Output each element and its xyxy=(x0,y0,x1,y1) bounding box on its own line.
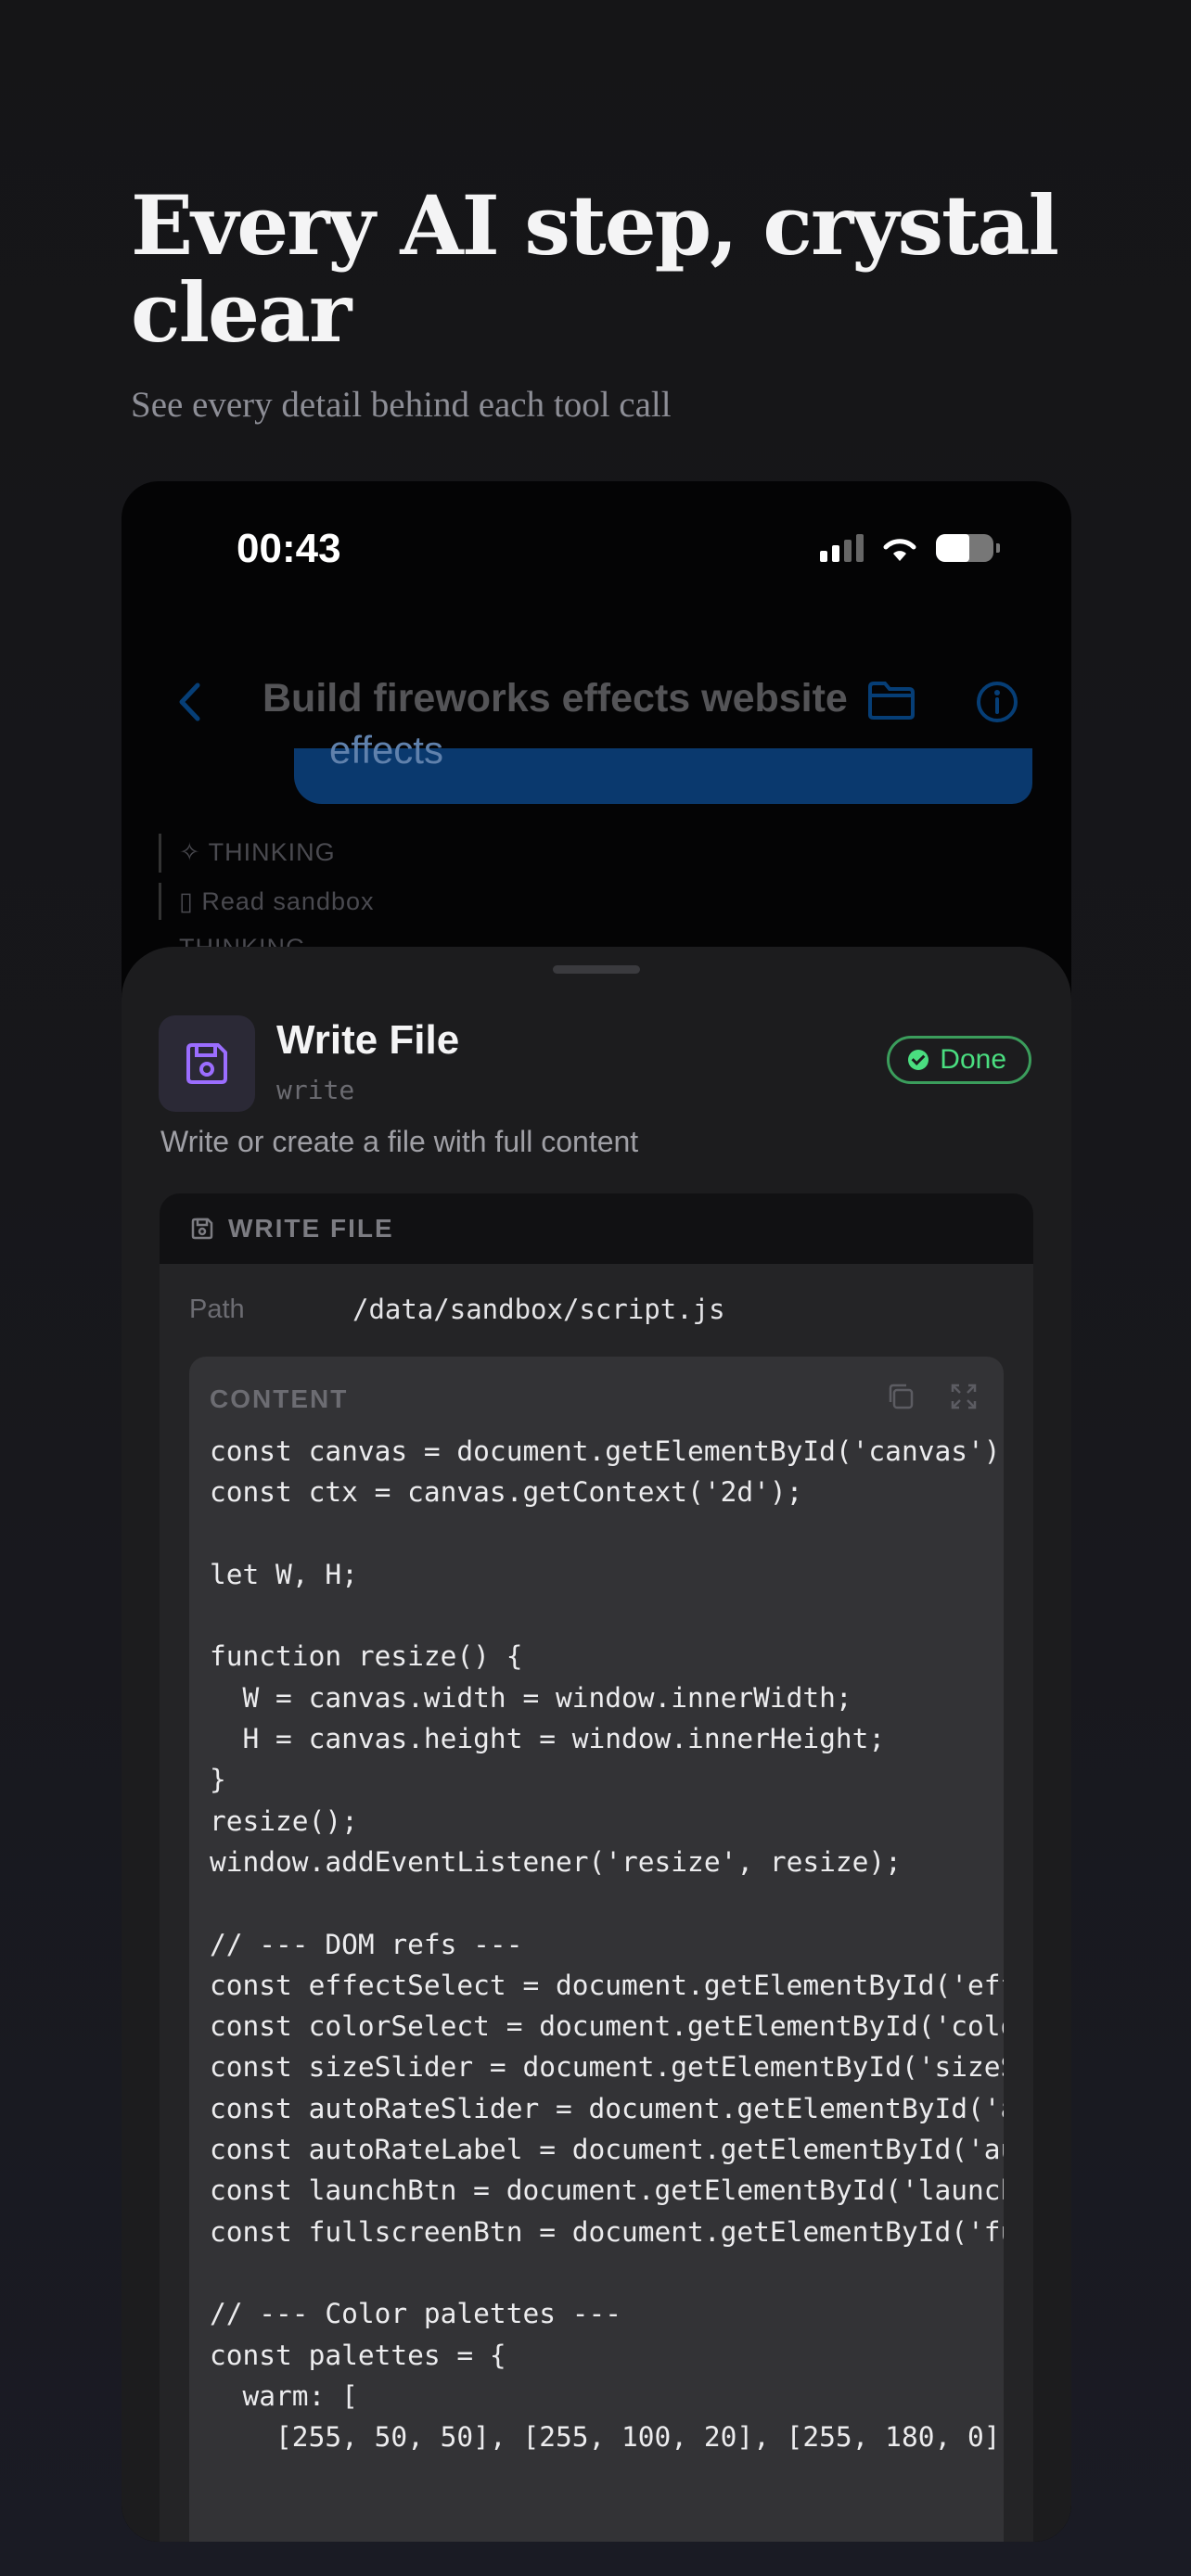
tool-title: Write File xyxy=(276,1017,460,1063)
sheet-grabber[interactable] xyxy=(553,965,640,974)
code-line: function resize() { xyxy=(210,1640,523,1673)
code-line: H = canvas.height = window.innerHeight; xyxy=(210,1723,886,1755)
timeline-bar xyxy=(159,883,161,920)
tool-name: write xyxy=(276,1075,355,1105)
code-line: [255, 50, 50], [255, 100, 20], [255, 180… xyxy=(210,2421,1004,2454)
section-label: WRITE FILE xyxy=(228,1214,394,1243)
content-label: CONTENT xyxy=(210,1384,349,1413)
timeline-item-thinking: ✧ THINKING xyxy=(179,838,336,866)
code-line: const fullscreenBtn = document.getElemen… xyxy=(210,2215,1004,2248)
tool-description: Write or create a file with full content xyxy=(160,1125,639,1158)
code-line: W = canvas.width = window.innerWidth; xyxy=(210,1681,852,1714)
path-row: Path /data/sandbox/script.js xyxy=(189,1294,725,1325)
code-line: warm: [ xyxy=(210,2379,358,2412)
code-line: const sizeSlider = document.getElementBy… xyxy=(210,2051,1004,2084)
subheadline: See every detail behind each tool call xyxy=(131,385,672,425)
phone-screenshot: 00:43 Build fireworks effects website ef… xyxy=(122,481,1071,2542)
sparkle-icon: ✧ xyxy=(179,838,209,866)
tool-detail-sheet: Write File write Done Write or create a … xyxy=(122,947,1071,2542)
code-line: let W, H; xyxy=(210,1558,358,1590)
navigation-bar: Build fireworks effects website xyxy=(122,657,1071,750)
chevron-left-icon[interactable] xyxy=(177,682,201,722)
code-line: window.addEventListener('resize', resize… xyxy=(210,1845,902,1878)
code-content: const canvas = document.getElementById('… xyxy=(210,1431,1004,2457)
check-circle-icon xyxy=(908,1050,929,1070)
user-message-text: effects xyxy=(329,728,443,772)
cellular-signal-icon xyxy=(820,534,864,562)
status-time: 00:43 xyxy=(237,526,341,571)
status-badge: Done xyxy=(887,1036,1031,1084)
code-line: const launchBtn = document.getElementByI… xyxy=(210,2174,1004,2207)
code-line: const palettes = { xyxy=(210,2339,506,2371)
copy-icon[interactable] xyxy=(885,1381,916,1412)
code-line: } xyxy=(210,1764,226,1796)
content-box: CONTENT const canvas = document.getEleme… xyxy=(189,1357,1004,2542)
path-value: /data/sandbox/script.js xyxy=(352,1294,725,1325)
conversation-title: Build fireworks effects website xyxy=(263,676,848,721)
headline: Every AI step, crystal clear xyxy=(131,177,1059,361)
code-line: // --- DOM refs --- xyxy=(210,1928,523,1960)
code-line: const autoRateSlider = document.getEleme… xyxy=(210,2092,1004,2124)
user-message-bubble: effects xyxy=(294,728,1032,804)
code-line: const autoRateLabel = document.getElemen… xyxy=(210,2134,1004,2166)
status-icons xyxy=(820,533,1000,563)
code-line: const ctx = canvas.getContext('2d'); xyxy=(210,1476,803,1509)
info-icon[interactable] xyxy=(975,680,1019,724)
timeline-item-read: ▯ Read sandbox xyxy=(179,887,375,915)
write-file-card: WRITE FILE Path /data/sandbox/script.js … xyxy=(160,1193,1033,2542)
battery-icon xyxy=(936,534,1000,562)
file-icon: ▯ xyxy=(179,887,202,915)
code-line: resize(); xyxy=(210,1804,358,1837)
code-line: // --- Color palettes --- xyxy=(210,2298,622,2330)
status-text: Done xyxy=(940,1044,1006,1075)
wifi-icon xyxy=(883,539,916,561)
expand-icon[interactable] xyxy=(948,1381,980,1412)
save-icon xyxy=(159,1015,255,1112)
folder-icon[interactable] xyxy=(867,680,916,721)
save-icon xyxy=(191,1218,213,1240)
code-line: const effectSelect = document.getElement… xyxy=(210,1969,1004,2001)
code-line: const colorSelect = document.getElementB… xyxy=(210,2010,1004,2043)
timeline-bar xyxy=(159,834,161,873)
code-line: const canvas = document.getElementById('… xyxy=(210,1435,1004,1467)
card-header: WRITE FILE xyxy=(160,1193,1033,1264)
path-label: Path xyxy=(189,1294,245,1324)
